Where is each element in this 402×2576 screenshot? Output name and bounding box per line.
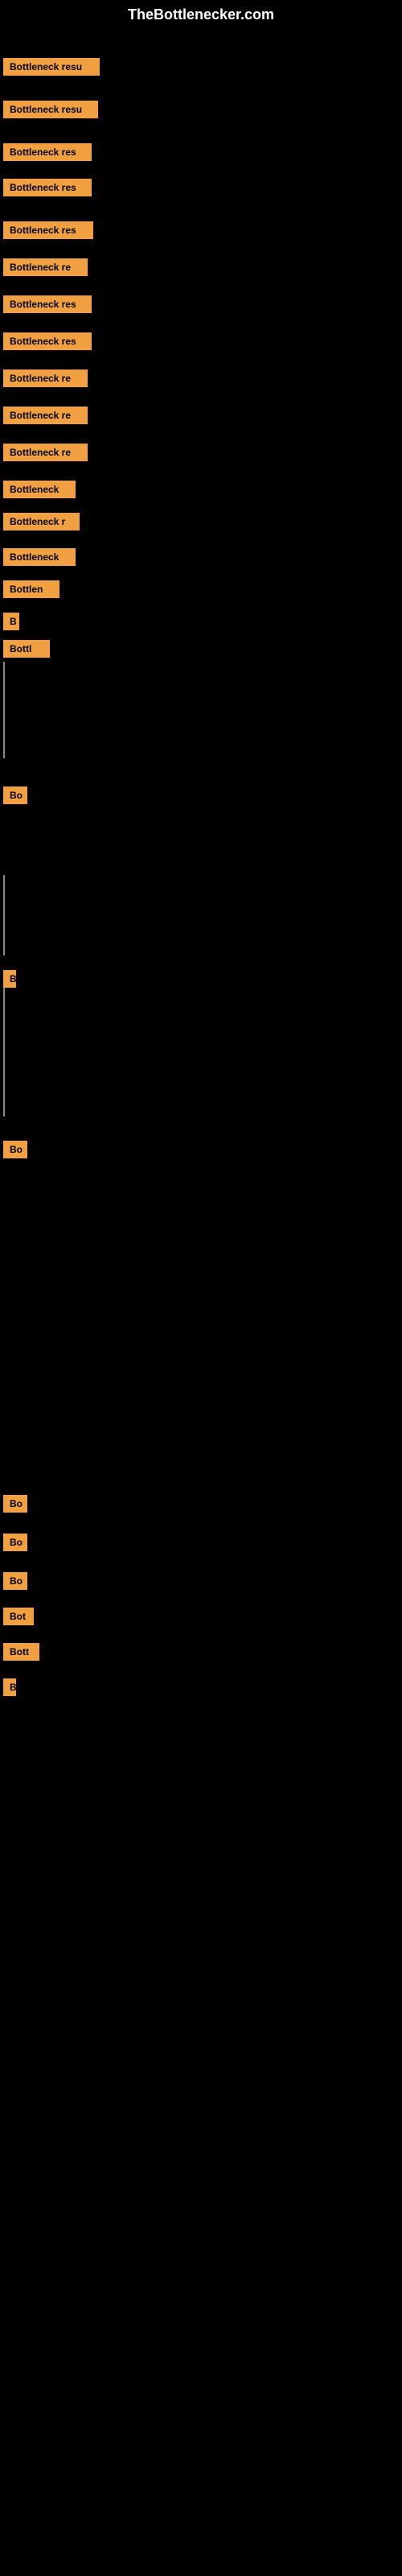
bottleneck-button-21[interactable]: Bo [3, 1534, 27, 1551]
bottleneck-button-25[interactable]: B [3, 1678, 16, 1696]
bottleneck-button-15[interactable]: B [3, 613, 19, 630]
bottleneck-button-5[interactable]: Bottleneck re [3, 258, 88, 276]
bottleneck-button-1[interactable]: Bottleneck resu [3, 101, 98, 118]
bottleneck-button-23[interactable]: Bot [3, 1608, 34, 1625]
vertical-line-3 [3, 988, 5, 1117]
bottleneck-button-17[interactable]: Bo [3, 786, 27, 804]
bottleneck-button-24[interactable]: Bott [3, 1643, 39, 1661]
vertical-line-2 [3, 875, 5, 956]
bottleneck-button-6[interactable]: Bottleneck res [3, 295, 92, 313]
site-title: TheBottlenecker.com [0, 0, 402, 30]
bottleneck-button-12[interactable]: Bottleneck r [3, 513, 80, 530]
bottleneck-button-18[interactable]: B [3, 970, 16, 988]
bottleneck-button-7[interactable]: Bottleneck res [3, 332, 92, 350]
bottleneck-button-11[interactable]: Bottleneck [3, 481, 76, 498]
bottleneck-button-13[interactable]: Bottleneck [3, 548, 76, 566]
bottleneck-button-4[interactable]: Bottleneck res [3, 221, 93, 239]
bottleneck-button-9[interactable]: Bottleneck re [3, 407, 88, 424]
vertical-line-1 [3, 662, 5, 758]
bottleneck-button-0[interactable]: Bottleneck resu [3, 58, 100, 76]
bottleneck-button-20[interactable]: Bo [3, 1495, 27, 1513]
bottleneck-button-10[interactable]: Bottleneck re [3, 444, 88, 461]
bottleneck-button-14[interactable]: Bottlen [3, 580, 59, 598]
bottleneck-button-2[interactable]: Bottleneck res [3, 143, 92, 161]
bottleneck-button-19[interactable]: Bo [3, 1141, 27, 1158]
bottleneck-button-8[interactable]: Bottleneck re [3, 369, 88, 387]
bottleneck-button-3[interactable]: Bottleneck res [3, 179, 92, 196]
bottleneck-button-22[interactable]: Bo [3, 1572, 27, 1590]
bottleneck-button-16[interactable]: Bottl [3, 640, 50, 658]
